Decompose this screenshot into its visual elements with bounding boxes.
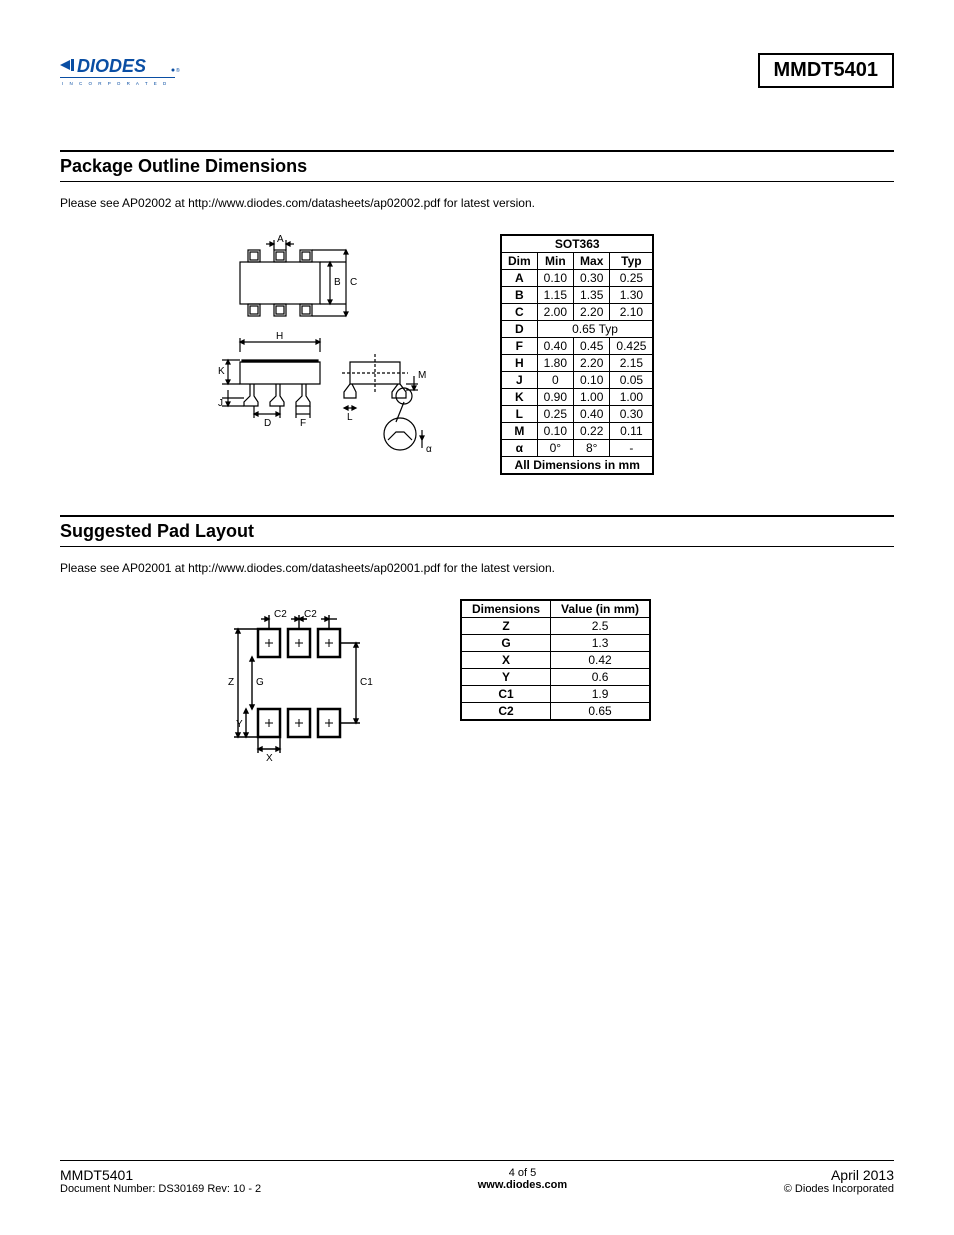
svg-text:J: J [218,398,223,409]
footer-page: 4 of 5 [478,1167,567,1179]
section2-note: Please see AP02001 at http://www.diodes.… [60,561,894,575]
table-row: C2.002.202.10 [501,304,653,321]
page-header: DIODES ® I N C O R P O R A T E D MMDT540… [60,50,894,90]
pad-dimensions-table: Dimensions Value (in mm) Z2.5 G1.3 X0.42… [460,599,651,721]
table-row: J00.100.05 [501,372,653,389]
svg-text:α: α [426,444,432,455]
table-row: α0°8°- [501,440,653,457]
table-row: Z2.5 [461,618,650,635]
table-row: K0.901.001.00 [501,389,653,406]
section1-content: A B C H [60,234,894,475]
svg-text:G: G [256,677,264,688]
svg-text:D: D [264,418,271,429]
diodes-logo-icon: DIODES ® I N C O R P O R A T E D [60,50,210,90]
section-rule [60,150,894,152]
package-dimensions-table: SOT363 Dim Min Max Typ A0.100.300.25 B1.… [500,234,654,475]
table-title: SOT363 [501,235,653,253]
svg-text:K: K [218,366,225,377]
section2-title: Suggested Pad Layout [60,519,894,547]
svg-text:A: A [277,234,284,245]
col-dim: Dim [501,253,537,270]
table-row: L0.250.400.30 [501,406,653,423]
table-row: X0.42 [461,652,650,669]
table-row: C11.9 [461,686,650,703]
company-logo: DIODES ® I N C O R P O R A T E D [60,50,210,90]
col-min: Min [537,253,573,270]
table-row: D0.65 Typ [501,321,653,338]
table-row: H1.802.202.15 [501,355,653,372]
table-row: G1.3 [461,635,650,652]
svg-text:C1: C1 [360,677,373,688]
svg-text:Z: Z [228,677,234,688]
footer-date: April 2013 [784,1167,894,1183]
package-outline-drawing: A B C H [200,234,440,469]
table-row: Y0.6 [461,669,650,686]
svg-text:®: ® [176,67,180,74]
svg-text:DIODES: DIODES [77,56,146,76]
footer-url: www.diodes.com [478,1179,567,1191]
svg-text:C2: C2 [304,609,317,620]
col-max: Max [574,253,610,270]
svg-text:C: C [350,277,357,288]
page-footer: MMDT5401 Document Number: DS30169 Rev: 1… [60,1160,894,1195]
part-number: MMDT5401 [774,59,878,81]
svg-text:Y: Y [236,719,243,730]
table-row: C20.65 [461,703,650,721]
svg-text:C2: C2 [274,609,287,620]
table-row: F0.400.450.425 [501,338,653,355]
footer-doc-number: Document Number: DS30169 Rev: 10 - 2 [60,1183,261,1195]
table-row: A0.100.300.25 [501,270,653,287]
section-rule [60,515,894,517]
svg-text:L: L [347,412,353,423]
section1-title: Package Outline Dimensions [60,154,894,182]
part-number-box: MMDT5401 [758,53,894,88]
svg-text:M: M [418,370,426,381]
col-value: Value (in mm) [551,600,651,618]
table-row: M0.100.220.11 [501,423,653,440]
table-row: B1.151.351.30 [501,287,653,304]
pad-layout-drawing: C2 C2 Z G C1 Y X [200,599,400,784]
footer-copyright: © Diodes Incorporated [784,1183,894,1195]
section1-note: Please see AP02002 at http://www.diodes.… [60,196,894,210]
footer-part: MMDT5401 [60,1167,261,1183]
svg-text:B: B [334,277,341,288]
svg-text:I N C O R P O R A T: I N C O R P O R A T E D [62,81,169,86]
svg-text:F: F [300,418,306,429]
col-typ: Typ [610,253,654,270]
col-dimensions: Dimensions [461,600,551,618]
svg-text:H: H [276,331,283,342]
table-footer: All Dimensions in mm [501,457,653,475]
section2-content: C2 C2 Z G C1 Y X Dimens [60,599,894,784]
svg-text:X: X [266,753,273,764]
